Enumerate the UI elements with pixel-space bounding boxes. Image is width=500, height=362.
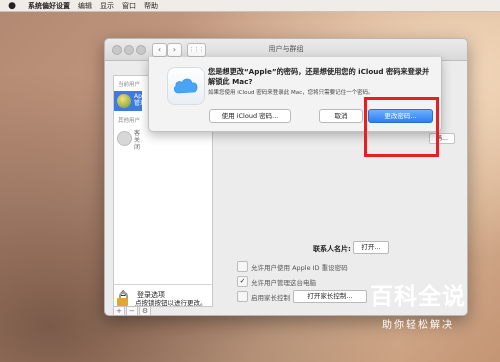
sheet-description: 如果您使用 iCloud 密码来登录此 Mac，您将只需要记住一个密码。: [208, 90, 374, 96]
menu-edit[interactable]: 编辑: [78, 1, 92, 11]
user-row-apple[interactable]: Appl 管理: [114, 91, 147, 111]
watermark-title: 百科全说: [370, 284, 466, 310]
allow-admin-checkbox[interactable]: ✓: [237, 276, 248, 287]
menu-window[interactable]: 窗口: [122, 1, 136, 11]
user-row-guest[interactable]: 客关闭: [114, 128, 142, 151]
user-avatar: [117, 94, 131, 108]
window-title: 用户与群组: [268, 45, 304, 53]
menu-help[interactable]: 帮助: [144, 1, 158, 11]
guest-name: 客关闭: [134, 130, 141, 151]
watermark-subtitle: 助你轻松解决: [382, 320, 454, 331]
cancel-button[interactable]: 取消: [319, 109, 363, 123]
use-icloud-password-button[interactable]: 使用 iCloud 密码...: [209, 109, 291, 123]
guest-avatar: [117, 131, 132, 146]
other-users-label: 其他用户: [118, 118, 141, 124]
reset-with-apple-id-label: 允许用户使用 Apple ID 重设密码: [251, 264, 348, 272]
highlight-box: [364, 97, 439, 157]
menu-system-preferences[interactable]: 系统偏好设置: [28, 1, 70, 11]
icloud-icon: [167, 67, 205, 105]
menu-bar: ● 系统偏好设置 编辑 显示 窗口 帮助: [0, 0, 500, 12]
lock-area[interactable]: 点按锁按钮以进行更改。: [117, 291, 317, 309]
current-users-label: 当前用户: [118, 82, 141, 88]
apple-logo-icon[interactable]: ●: [4, 1, 20, 11]
menu-view[interactable]: 显示: [100, 1, 114, 11]
reset-with-apple-id-checkbox[interactable]: [237, 261, 248, 272]
user-name: Appl 管理: [134, 93, 148, 107]
sheet-question: 您是想更改“Apple”的密码，还是想使用您的 iCloud 密码来登录并解锁此…: [208, 67, 430, 86]
contact-card-label: 联系人名片:: [313, 245, 351, 253]
lock-icon[interactable]: [117, 298, 128, 306]
allow-admin-label: 允许用户管理这台电脑: [251, 279, 316, 287]
open-contact-card-button[interactable]: 打开...: [353, 241, 389, 254]
watermark: 百科全说 助你轻松解决: [340, 282, 496, 342]
lock-hint: 点按锁按钮以进行更改。: [135, 299, 207, 307]
